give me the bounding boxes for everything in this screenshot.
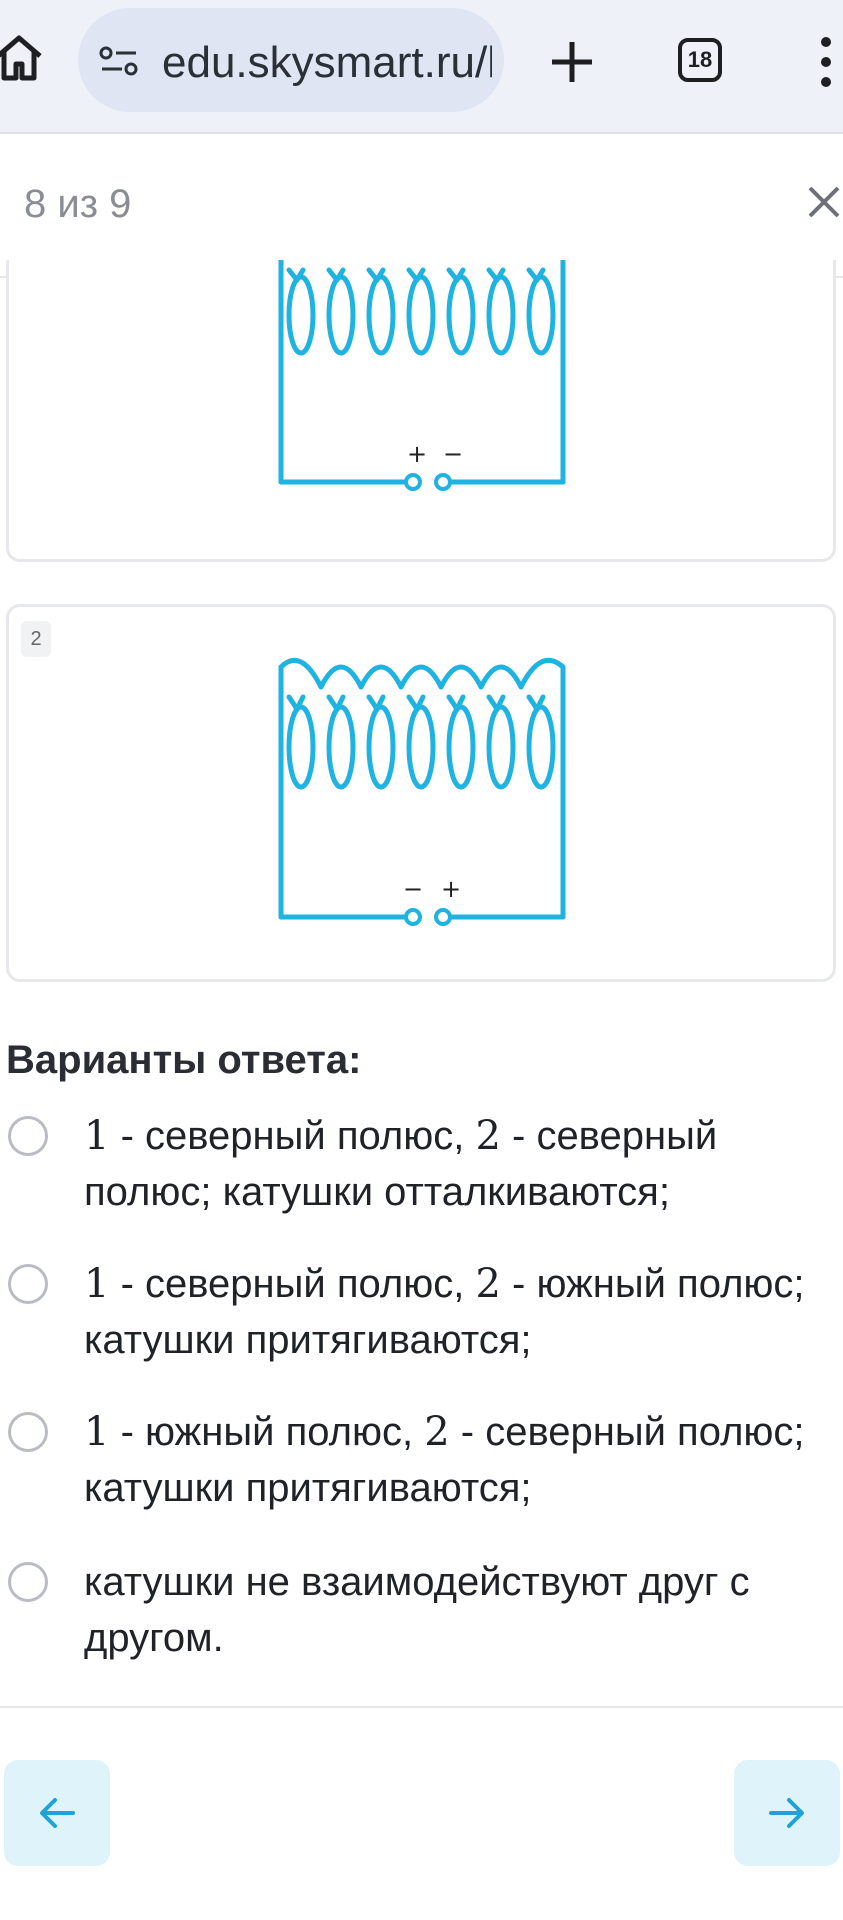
radio-button[interactable] [8, 1562, 48, 1602]
arrow-right-icon [769, 1798, 804, 1828]
answer-text: 1 - северный полюс, 2 - северный полюс; … [84, 1113, 718, 1214]
next-button[interactable] [734, 1760, 840, 1866]
tab-switcher-button[interactable]: 18 [678, 38, 722, 82]
url-text: edu.skysmart.ru/l [162, 38, 492, 87]
answer-text: 1 - южный полюс, 2 - северный полюс; кат… [84, 1409, 805, 1510]
quiz-header: 8 из 9 [0, 134, 843, 278]
close-icon[interactable] [806, 184, 842, 220]
browser-toolbar: edu.skysmart.ru/l 18 [0, 0, 843, 134]
card-number: 2 [21, 621, 51, 657]
radio-button[interactable] [8, 1412, 48, 1452]
site-settings-icon[interactable] [98, 46, 140, 76]
footer-divider [0, 1706, 843, 1708]
answer-text: 1 - северный полюс, 2 - южный полюс; кат… [84, 1261, 805, 1362]
coil-diagram-2: − + [278, 657, 566, 926]
new-tab-icon[interactable] [546, 36, 598, 88]
radio-button[interactable] [8, 1264, 48, 1304]
more-menu-icon[interactable] [816, 34, 836, 90]
previous-button[interactable] [4, 1760, 110, 1866]
polarity-label-right: − [443, 440, 463, 468]
home-icon[interactable] [0, 30, 44, 86]
coil-image-card-1: + − [6, 260, 836, 562]
coil-image-card-2: 2 − + [6, 604, 836, 982]
answer-text: катушки не взаимодействуют друг с другом… [84, 1560, 750, 1660]
answers-heading: Варианты ответа: [6, 1038, 362, 1082]
polarity-label-left: + [407, 440, 427, 468]
polarity-label-left: − [403, 875, 423, 903]
progress-indicator: 8 из 9 [24, 182, 132, 226]
arrow-left-icon [40, 1798, 75, 1828]
coil-diagram-1: + − [278, 260, 566, 491]
polarity-label-right: + [441, 875, 461, 903]
address-bar[interactable]: edu.skysmart.ru/l [78, 8, 504, 112]
radio-button[interactable] [8, 1116, 48, 1156]
